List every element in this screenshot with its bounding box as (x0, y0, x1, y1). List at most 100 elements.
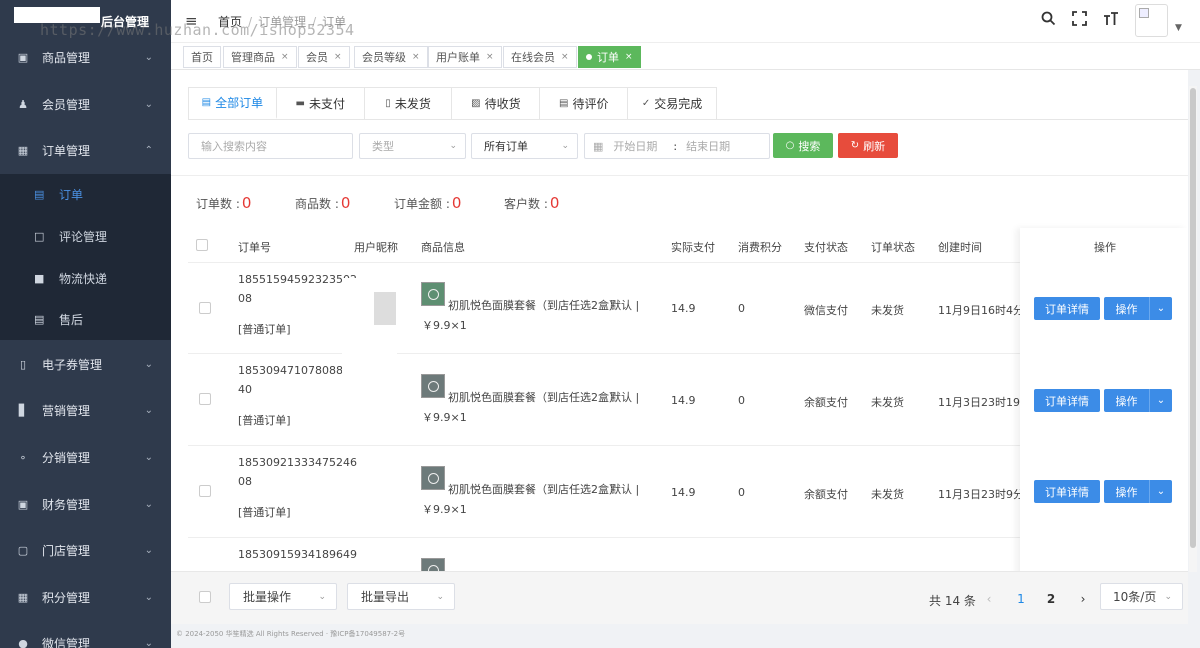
close-icon[interactable]: × (486, 52, 494, 62)
tab-label: 会员 (306, 51, 328, 64)
font-size-icon[interactable] (1103, 11, 1119, 30)
close-icon[interactable]: × (334, 52, 342, 62)
created-time: 11月3日23时9分 (938, 488, 1024, 501)
tab-unpaid[interactable]: ▬ 未支付 (277, 88, 365, 119)
chevron-down-icon[interactable]: ⌄ (1149, 480, 1172, 503)
menu-item-points[interactable]: ▦ 积分管理 ⌄ (0, 574, 171, 620)
page-2[interactable]: 2 (1039, 586, 1063, 611)
page-size-select[interactable]: 10条/页 ⌄ (1100, 583, 1183, 610)
submenu-item-logistics[interactable]: ■ 物流快递 (0, 258, 171, 299)
chevron-down-icon[interactable]: ⌄ (1149, 297, 1172, 320)
footer-select-all-checkbox[interactable] (199, 591, 211, 603)
avatar[interactable] (1135, 4, 1168, 37)
product-thumbnail (421, 282, 445, 306)
order-type-select[interactable]: 所有订单 ⌄ (471, 133, 578, 159)
avatar-image (1139, 8, 1149, 18)
stat-value: 0 (241, 194, 252, 212)
stat-order-count: 订单数 :0 (196, 194, 251, 212)
type-select[interactable]: 类型 ⌄ (359, 133, 466, 159)
scrollbar[interactable] (1189, 86, 1197, 572)
search-button[interactable]: ○ 搜索 (773, 133, 833, 158)
order-detail-button[interactable]: 订单详情 (1034, 297, 1100, 320)
chevron-down-icon[interactable]: ⌄ (1149, 389, 1172, 412)
select-all-checkbox[interactable] (196, 239, 208, 251)
order-detail-button[interactable]: 订单详情 (1034, 389, 1100, 412)
menu-label: 积分管理 (42, 590, 91, 605)
calendar-icon: ▦ (17, 590, 29, 604)
stat-label: 客户数 : (504, 197, 548, 211)
calendar-icon: ▦ (593, 139, 604, 153)
menu-item-marketing[interactable]: ▋ 营销管理 ⌄ (0, 387, 171, 433)
menu-item-goods[interactable]: ▣ 商品管理 ⌄ (0, 34, 171, 80)
tab-all-orders[interactable]: ▤ 全部订单 (189, 88, 277, 119)
paid-amount: 14.9 (671, 486, 696, 499)
product-name[interactable]: 初肌悦色面膜套餐（到店任选2盒） (448, 297, 620, 313)
check-circle-icon: ✓ (641, 98, 651, 109)
search-icon[interactable] (1041, 11, 1056, 30)
row-checkbox[interactable] (199, 302, 211, 314)
operation-button[interactable]: 操作 (1104, 297, 1149, 320)
prev-page-button[interactable]: ‹ (977, 586, 1001, 611)
date-range-picker[interactable]: ▦ 开始日期 : 结束日期 (584, 133, 770, 159)
chevron-down-icon: ⌄ (318, 591, 326, 602)
placeholder: 输入搜索内容 (201, 140, 267, 153)
product-spec: 默认 | (610, 299, 640, 312)
tab-members[interactable]: 会员 × (298, 46, 350, 68)
batch-export-select[interactable]: 批量导出 ⌄ (347, 583, 455, 610)
submenu-item-comments[interactable]: □ 评论管理 (0, 216, 171, 257)
submenu-item-orders[interactable]: ▤ 订单 (0, 174, 171, 215)
operation-button[interactable]: 操作 (1104, 480, 1149, 503)
refresh-button[interactable]: ↻ 刷新 (838, 133, 898, 158)
next-page-button[interactable]: › (1071, 586, 1095, 611)
menu-label: 营销管理 (42, 403, 91, 418)
product-spec: 默认 | (610, 391, 640, 404)
menu-item-orders[interactable]: ▦ 订单管理 ⌃ (0, 127, 171, 173)
order-status: 未发货 (871, 488, 904, 501)
search-input[interactable]: 输入搜索内容 (188, 133, 353, 159)
operation-button[interactable]: 操作 (1104, 389, 1149, 412)
tab-to-receive[interactable]: ▨ 待收货 (452, 88, 541, 119)
order-type: [普通订单] (238, 506, 291, 519)
menu-item-finance[interactable]: ▣ 财务管理 ⌄ (0, 481, 171, 527)
fullscreen-icon[interactable] (1072, 11, 1087, 30)
tab-online-members[interactable]: 在线会员 × (503, 46, 577, 68)
end-date-input[interactable]: 结束日期 (686, 138, 730, 154)
close-icon[interactable]: × (561, 52, 569, 62)
row-checkbox[interactable] (199, 393, 211, 405)
chevron-down-icon: ⌄ (144, 98, 153, 110)
start-date-input[interactable]: 开始日期 (613, 138, 657, 154)
tab-member-levels[interactable]: 会员等级 × (354, 46, 428, 68)
tab-unshipped[interactable]: ▯ 未发货 (365, 88, 453, 119)
product-name[interactable]: 初肌悦色面膜套餐（到店任选2盒） (448, 389, 620, 405)
scrollbar-thumb[interactable] (1190, 88, 1196, 548)
menu-item-wechat[interactable]: ● 微信管理 ⌄ (0, 620, 171, 648)
order-type: [普通订单] (238, 323, 291, 336)
menu-item-distribution[interactable]: ∘ 分销管理 ⌄ (0, 434, 171, 480)
tab-label: 在线会员 (511, 51, 555, 64)
refresh-icon: ↻ (850, 140, 860, 151)
close-icon[interactable]: × (625, 52, 633, 62)
chevron-down-icon: ⌄ (144, 498, 153, 510)
tab-home[interactable]: 首页 (183, 46, 221, 68)
menu-item-stores[interactable]: ▢ 门店管理 ⌄ (0, 527, 171, 573)
order-detail-button[interactable]: 订单详情 (1034, 480, 1100, 503)
tab-to-review[interactable]: ▤ 待评价 (540, 88, 629, 119)
submenu-item-aftersale[interactable]: ▤ 售后 (0, 299, 171, 340)
tab-user-bills[interactable]: 用户账单 × (428, 46, 502, 68)
menu-item-members[interactable]: ♟ 会员管理 ⌄ (0, 81, 171, 127)
row-checkbox[interactable] (199, 485, 211, 497)
close-icon[interactable]: × (412, 52, 420, 62)
order-number: 18530921333475246 (238, 456, 357, 469)
caret-down-icon[interactable]: ▼ (1175, 23, 1182, 33)
price-qty: ￥9.9×1 (422, 503, 467, 516)
close-icon[interactable]: × (281, 52, 289, 62)
menu-item-coupons[interactable]: ▯ 电子券管理 ⌄ (0, 341, 171, 387)
main-panel: ▤ 全部订单 ▬ 未支付 ▯ 未发货 ▨ 待收货 ▤ 待评价 ✓ 交易完成 输入搜索内容 类… (171, 70, 1188, 624)
tab-orders[interactable]: 订单 × (578, 46, 641, 68)
tab-completed[interactable]: ✓ 交易完成 (628, 88, 716, 119)
page-1[interactable]: 1 (1009, 586, 1033, 611)
product-name[interactable]: 初肌悦色面膜套餐（到店任选2盒） (448, 481, 620, 497)
tab-goods-admin[interactable]: 管理商品 × (223, 46, 297, 68)
batch-operation-select[interactable]: 批量操作 ⌄ (229, 583, 337, 610)
chart-icon: ▋ (18, 403, 28, 417)
